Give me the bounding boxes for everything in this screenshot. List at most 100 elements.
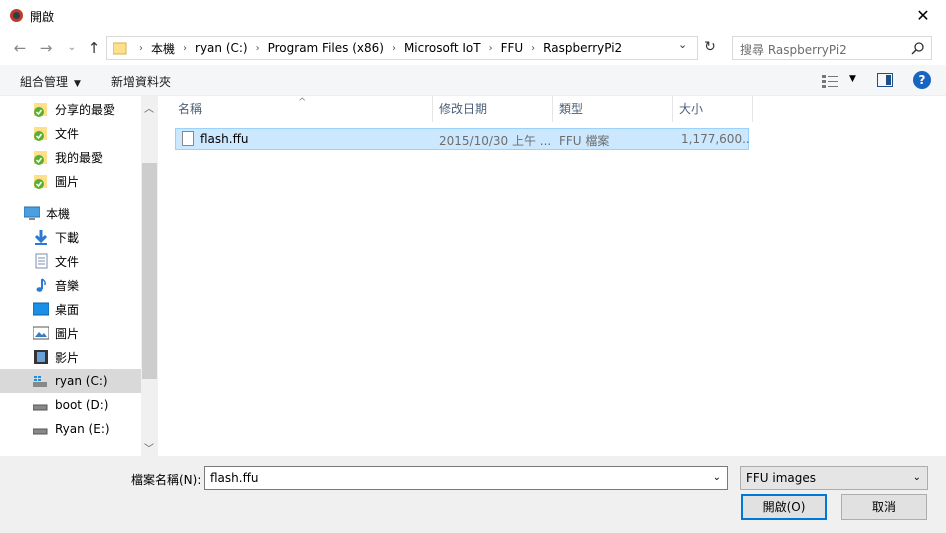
breadcrumb-item[interactable]: Microsoft IoT (404, 41, 481, 55)
sidebar-item-downloads[interactable]: 下載 (0, 225, 141, 249)
sidebar-item-drive-c[interactable]: ryan (C:) (0, 369, 141, 393)
column-name-label: 名稱 (178, 102, 203, 116)
chevron-right-icon: › (183, 42, 188, 54)
sidebar-item-label: 桌面 (55, 302, 80, 317)
caret-down-icon: ▼ (849, 74, 856, 84)
search-icon (911, 42, 924, 55)
sidebar-item-pictures-local[interactable]: 圖片 (0, 321, 141, 345)
sidebar-item-label: 文件 (55, 126, 80, 141)
dialog-footer: 檔案名稱(N): flash.ffu ⌄ FFU images ⌄ 開啟(O) … (0, 456, 946, 533)
chevron-down-icon: ⌄ (67, 42, 77, 53)
column-header-date[interactable]: 修改日期 (433, 96, 553, 122)
breadcrumb: › 本機 › ryan (C:) › Program Files (x86) ›… (131, 37, 622, 59)
preview-pane-icon (886, 75, 891, 85)
refresh-button[interactable]: ↻ (700, 36, 720, 58)
sidebar-item-label: 圖片 (55, 174, 80, 189)
sidebar-item-music[interactable]: 音樂 (0, 273, 141, 297)
file-type: FFU 檔案 (559, 134, 610, 148)
file-date: 2015/10/30 上午 ... (439, 134, 551, 148)
sidebar-item-label: 分享的最愛 (55, 102, 116, 117)
sidebar-item-label: 音樂 (55, 278, 80, 293)
caret-down-icon: ▼ (74, 79, 81, 89)
command-bar: 組合管理 ▼ 新增資料夾 ▼ ? (0, 65, 946, 96)
sidebar-item-label: ryan (C:) (55, 374, 108, 388)
sidebar-item-drive-e[interactable]: Ryan (E:) (0, 417, 141, 441)
open-button[interactable]: 開啟(O) (741, 494, 827, 520)
music-icon (33, 277, 49, 293)
documents-icon (33, 125, 49, 141)
desktop-icon (32, 301, 50, 317)
table-row[interactable]: flash.ffu 2015/10/30 上午 ... FFU 檔案 1,177… (175, 128, 749, 150)
chevron-right-icon: › (391, 42, 396, 54)
column-size-label: 大小 (679, 102, 704, 116)
chevron-right-icon: › (531, 42, 536, 54)
view-options-icon[interactable] (822, 74, 838, 88)
close-button[interactable]: ✕ (900, 0, 946, 31)
sidebar-item-label: 我的最愛 (55, 150, 104, 165)
forward-button[interactable]: → (36, 39, 56, 57)
sidebar-item-label: Ryan (E:) (55, 422, 110, 436)
back-button[interactable]: ← (10, 39, 30, 57)
scroll-down-icon[interactable]: ﹀ (144, 440, 154, 455)
search-input[interactable]: 搜尋 RaspberryPi2 (732, 36, 932, 60)
organize-button[interactable]: 組合管理 ▼ (20, 73, 81, 90)
sidebar-item-drive-d[interactable]: boot (D:) (0, 393, 141, 417)
column-header-name[interactable]: ^ 名稱 (158, 96, 433, 122)
filename-label: 檔案名稱(N): (131, 473, 202, 487)
videos-icon (33, 349, 49, 365)
breadcrumb-item[interactable]: RaspberryPi2 (543, 41, 622, 55)
cancel-button[interactable]: 取消 (841, 494, 927, 520)
chevron-right-icon: › (488, 42, 493, 54)
sidebar-item-videos[interactable]: 影片 (0, 345, 141, 369)
filename-field[interactable]: flash.ffu ⌄ (204, 466, 728, 490)
computer-icon (23, 205, 41, 221)
file-icon (182, 131, 194, 146)
organize-label: 組合管理 (20, 75, 69, 89)
scroll-up-icon[interactable]: ︿ (144, 100, 154, 115)
chevron-down-icon: ⌄ (912, 472, 921, 483)
sidebar-item-this-pc[interactable]: 本機 (0, 201, 141, 225)
drive-c-icon (33, 373, 49, 389)
address-dropdown-button[interactable]: ⌄ (678, 38, 687, 51)
filetype-value: FFU images (746, 471, 817, 485)
recent-locations-button[interactable]: ⌄ (64, 39, 80, 57)
file-size: 1,177,600... (681, 132, 749, 146)
sidebar-scrollbar[interactable]: ︿ ﹀ (141, 96, 158, 456)
sidebar-item-documents-local[interactable]: 文件 (0, 249, 141, 273)
file-list: ^ 名稱 修改日期 類型 大小 flash.ffu 2015/10/30 上午 … (158, 96, 946, 456)
folder-icon (113, 42, 127, 55)
filetype-select[interactable]: FFU images ⌄ (740, 466, 928, 490)
sidebar-item-documents[interactable]: 文件 (0, 121, 141, 145)
up-button[interactable]: ↑ (84, 39, 104, 57)
sidebar-item-label: 文件 (55, 254, 80, 269)
downloads-icon (33, 229, 49, 245)
preview-pane-button[interactable] (877, 73, 893, 87)
sidebar-item-label: 圖片 (55, 326, 80, 341)
scrollbar-thumb[interactable] (142, 163, 157, 379)
search-placeholder: 搜尋 RaspberryPi2 (740, 43, 847, 57)
view-options-dropdown[interactable]: ▼ (849, 74, 856, 84)
close-icon: ✕ (916, 6, 930, 25)
refresh-icon: ↻ (704, 39, 716, 55)
new-folder-button[interactable]: 新增資料夾 (111, 73, 171, 90)
breadcrumb-item[interactable]: FFU (501, 41, 524, 55)
address-bar[interactable]: › 本機 › ryan (C:) › Program Files (x86) ›… (106, 36, 698, 60)
column-header-size[interactable]: 大小 (673, 96, 753, 122)
sidebar-item-favorites[interactable]: 我的最愛 (0, 145, 141, 169)
breadcrumb-item[interactable]: 本機 (151, 40, 175, 57)
pictures-icon (32, 325, 50, 341)
breadcrumb-item[interactable]: ryan (C:) (195, 41, 248, 55)
column-header-type[interactable]: 類型 (553, 96, 673, 122)
column-type-label: 類型 (559, 102, 584, 116)
chevron-down-icon[interactable]: ⌄ (713, 472, 721, 483)
navigation-pane: 分享的最愛 文件 我的最愛 圖片 本機 下載 文件 音樂 桌面 圖片 影片 ry… (0, 96, 158, 456)
favorites-icon (33, 149, 49, 165)
help-icon[interactable]: ? (913, 71, 931, 89)
sidebar-item-desktop[interactable]: 桌面 (0, 297, 141, 321)
sort-ascending-icon: ^ (298, 97, 307, 108)
title-bar: 開啟 ✕ (0, 0, 946, 31)
filename-value: flash.ffu (210, 471, 259, 485)
breadcrumb-item[interactable]: Program Files (x86) (268, 41, 384, 55)
sidebar-item-pictures[interactable]: 圖片 (0, 169, 141, 193)
sidebar-item-shared-favorites[interactable]: 分享的最愛 (0, 97, 141, 121)
